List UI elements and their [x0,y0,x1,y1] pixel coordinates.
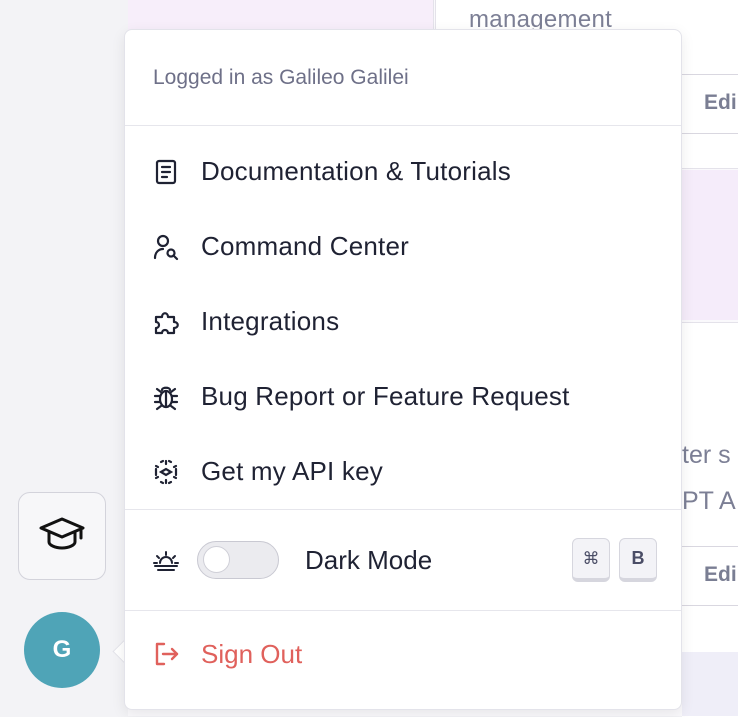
logged-in-label: Logged in as Galileo Galilei [153,65,409,89]
menu-header: Logged in as Galileo Galilei [125,30,681,126]
avatar[interactable]: G [24,612,100,688]
graduation-cap-icon [39,514,85,559]
menu-items: Documentation & Tutorials Command Center… [125,126,681,509]
menu-item-command-center[interactable]: Command Center [125,209,681,284]
edit-button-label: Edi [704,91,737,114]
edit-bar-top[interactable]: Edi [682,74,738,134]
logout-icon [151,639,181,669]
menu-item-label: Command Center [201,231,409,261]
menu-item-documentation[interactable]: Documentation & Tutorials [125,134,681,209]
sign-out-label: Sign Out [201,638,303,669]
user-search-icon [151,232,181,262]
menu-item-api-key[interactable]: Get my API key [125,434,681,509]
menu-item-label: Bug Report or Feature Request [201,381,570,411]
background-card-bottom [682,652,738,716]
avatar-initial: G [52,636,72,663]
document-icon [151,157,181,187]
dark-mode-row: Dark Mode ⌘ B [125,510,681,610]
card2-text-line1: ter s [682,441,731,469]
card2-text-line2: PT AI [682,487,738,515]
background-card-left [128,0,434,30]
menu-item-label: Get my API key [201,456,383,486]
key-dots-icon [151,457,181,487]
shortcut-key-cmd: ⌘ [572,538,610,582]
background-card-pink [682,170,738,320]
toggle-knob [203,546,230,573]
menu-item-integrations[interactable]: Integrations [125,284,681,359]
sign-out-button[interactable]: Sign Out [125,611,681,697]
dark-mode-toggle[interactable] [197,541,279,579]
menu-item-label: Integrations [201,306,340,336]
shortcut-key-b: B [619,538,657,582]
menu-item-bug-report[interactable]: Bug Report or Feature Request [125,359,681,434]
edit-bar-bottom[interactable]: Edi [682,546,738,606]
sidebar [0,0,128,716]
menu-item-label: Documentation & Tutorials [201,156,511,186]
user-menu: Logged in as Galileo Galilei Documentati… [124,29,682,710]
edit-button-label: Edi [704,563,737,586]
dark-mode-label: Dark Mode [305,544,433,575]
academy-button[interactable] [18,492,106,580]
sunrise-icon [151,545,181,575]
puzzle-icon [151,307,181,337]
bug-icon [151,382,181,412]
